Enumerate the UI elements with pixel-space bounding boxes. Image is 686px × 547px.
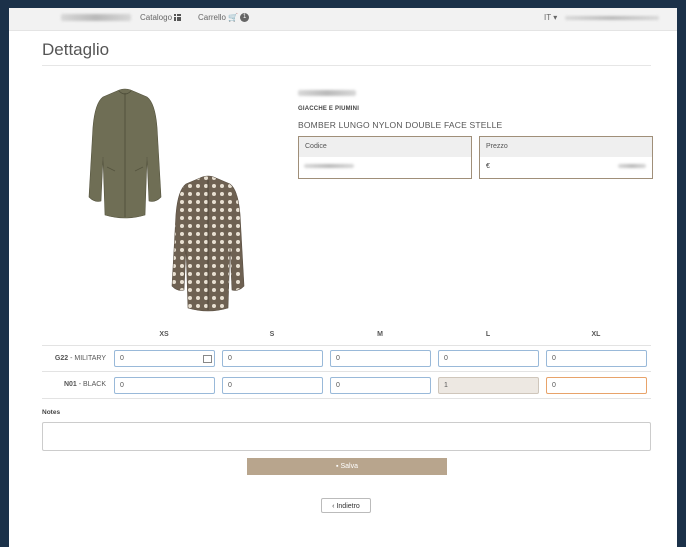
qty-input-black-l[interactable] [438,377,539,394]
nav-catalog-label: Catalogo [140,13,173,22]
qty-input-black-xs[interactable] [114,377,215,394]
code-header: Codice [299,137,471,157]
size-header-s: S [269,331,275,338]
user-menu-blurred[interactable] [565,16,659,20]
back-label: Indietro [336,503,360,510]
qty-input-black-s[interactable] [222,377,323,394]
qty-input-military-xs[interactable] [114,350,215,367]
nav-cart-link[interactable]: Carrello 🛒 1 [198,13,250,23]
table-divider [42,345,651,346]
cart-count-badge: 1 [239,13,250,23]
save-button[interactable]: ▪ Salva [247,458,447,475]
size-header-xs: XS [159,331,169,338]
price-value: € [480,157,652,178]
qty-input-black-m[interactable] [330,377,431,394]
navbar: Catalogo Carrello 🛒 1 IT ▾ [9,8,677,31]
logo-blurred [61,14,131,21]
row-code: G22 [54,355,69,362]
row-divider [42,371,651,372]
product-code-box: Codice [298,136,472,179]
brand-blurred [298,90,356,96]
calendar-icon[interactable] [203,355,212,363]
chevron-left-icon: ‹ [332,503,335,510]
qty-input-military-l[interactable] [438,350,539,367]
page-title: Dettaglio [42,40,110,59]
back-button[interactable]: ‹ Indietro [321,498,371,513]
code-value [299,157,471,178]
size-header-m: M [377,331,383,338]
nav-cart-label: Carrello [198,13,227,22]
save-icon: ▪ [336,463,339,470]
row-code: N01 [63,381,77,388]
save-label: Salva [340,463,358,470]
product-category: GIACCHE E PIUMINI [298,106,360,112]
row-color: BLACK [83,381,106,388]
qty-input-military-m[interactable] [330,350,431,367]
grid-icon [174,14,182,22]
product-image-black [171,175,245,312]
code-value-blurred [304,164,354,168]
title-divider [42,65,651,66]
notes-label: Notes [42,409,61,416]
cart-icon: 🛒 [228,13,238,22]
app-window: Catalogo Carrello 🛒 1 IT ▾ Dettaglio GIACC… [9,8,677,547]
language-dropdown[interactable]: IT ▾ [544,13,557,22]
size-header-l: L [485,331,491,338]
product-price-box: Prezzo € [479,136,653,179]
price-header: Prezzo [480,137,652,157]
size-header-xl: XL [591,331,601,338]
qty-input-military-xl[interactable] [546,350,647,367]
row-color: MILITARY [74,355,106,362]
product-image-military [88,88,162,219]
notes-textarea[interactable] [42,422,651,451]
product-name: BOMBER LUNGO NYLON DOUBLE FACE STELLE [298,120,503,130]
qty-input-military-s[interactable] [222,350,323,367]
price-currency: € [486,163,490,170]
nav-catalog-link[interactable]: Catalogo [140,13,182,22]
row-label-military: G22 - MILITARY [54,355,106,362]
qty-input-black-xl[interactable] [546,377,647,394]
row-label-black: N01 - BLACK [63,381,106,388]
row-divider [42,398,651,399]
price-value-blurred [618,164,646,168]
